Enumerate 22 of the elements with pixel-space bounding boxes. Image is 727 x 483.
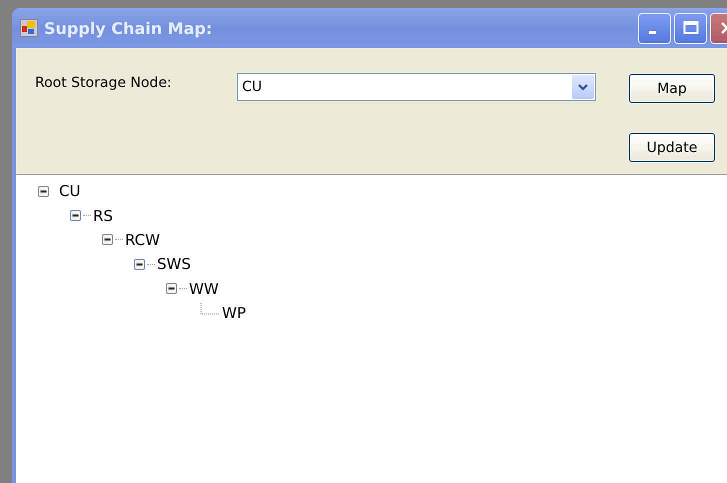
tree-node[interactable]: SWS (155, 255, 193, 274)
tree-line-icon (200, 303, 220, 318)
tree-node[interactable]: WW (187, 280, 221, 298)
tree-node[interactable]: WP (220, 304, 248, 322)
app-icon (20, 19, 38, 37)
root-node-label: Root Storage Node: (35, 75, 173, 91)
minimize-button[interactable] (638, 12, 671, 44)
maximize-button[interactable] (674, 12, 707, 44)
window-title: Supply Chain Map: (44, 18, 212, 38)
minimize-icon (649, 30, 656, 34)
collapse-icon[interactable] (134, 258, 145, 270)
root-node-dropdown[interactable]: CU (237, 73, 596, 101)
tree-node[interactable]: RS (91, 206, 115, 225)
collapse-icon[interactable] (102, 234, 113, 246)
tree-node[interactable]: RCW (123, 230, 162, 249)
tree-node[interactable]: CU (57, 182, 82, 200)
update-button[interactable]: Update (629, 133, 715, 162)
collapse-icon[interactable] (70, 210, 81, 222)
maximize-icon (682, 20, 698, 36)
collapse-icon[interactable] (38, 186, 49, 197)
map-button[interactable]: Map (629, 74, 715, 103)
collapse-icon[interactable] (166, 283, 177, 294)
